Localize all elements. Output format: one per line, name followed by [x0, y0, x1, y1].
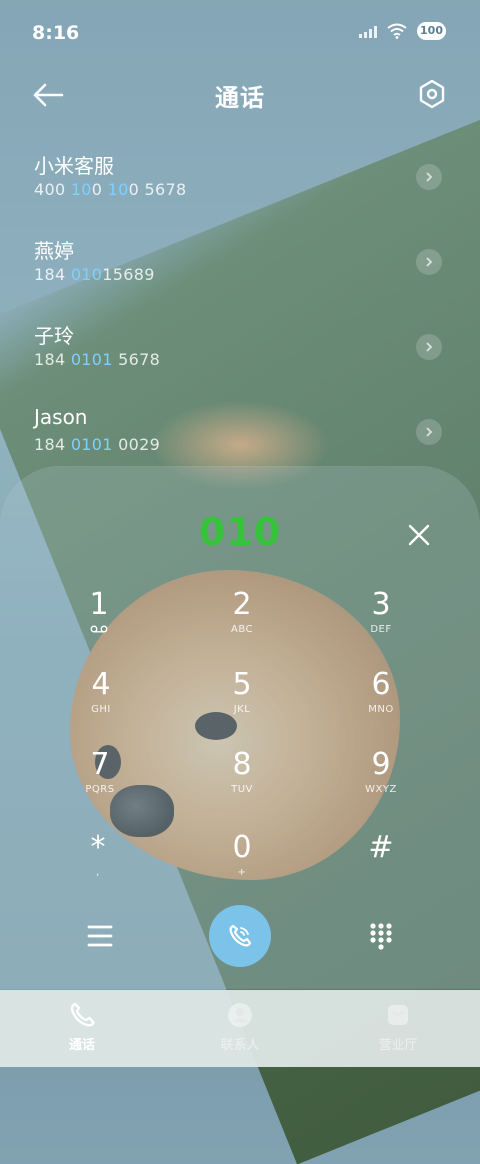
contacts-icon: [228, 1003, 252, 1027]
key-hash[interactable]: #: [331, 831, 431, 901]
contact-name: 子玲: [34, 324, 74, 348]
contact-number: 400 100 100 5678: [34, 180, 187, 199]
status-bar: 8:16 100: [0, 0, 480, 70]
contact-detail-button[interactable]: [416, 419, 442, 445]
contact-item[interactable]: 子玲 184 0101 5678: [0, 310, 480, 395]
contact-item[interactable]: 小米客服 400 100 100 5678: [0, 140, 480, 225]
page-title: 通话: [215, 84, 265, 112]
status-time: 8:16: [32, 22, 80, 44]
key-7[interactable]: 7 PQRS: [50, 748, 150, 818]
dialer-actions: [0, 905, 480, 980]
tab-calls[interactable]: 通话: [32, 1000, 132, 1053]
contact-number: 184 01015689: [34, 265, 155, 284]
status-icons: 100: [359, 22, 446, 40]
key-5[interactable]: 5 JKL: [192, 668, 292, 738]
key-4[interactable]: 4 GHI: [51, 668, 151, 738]
settings-icon[interactable]: [417, 78, 447, 110]
key-3[interactable]: 3 DEF: [331, 588, 431, 658]
signal-icon: [359, 24, 378, 38]
contact-number: 184 0101 5678: [34, 350, 161, 369]
phone-icon: [70, 1002, 95, 1027]
chevron-right-icon: [426, 342, 433, 352]
top-bar: 通话: [0, 72, 480, 118]
clear-input-icon[interactable]: [404, 520, 434, 550]
key-2[interactable]: 2 ABC: [192, 588, 292, 658]
contact-detail-button[interactable]: [416, 164, 442, 190]
menu-icon[interactable]: [86, 923, 114, 949]
chevron-right-icon: [426, 257, 433, 267]
dialpad-toggle-icon[interactable]: [368, 921, 394, 951]
contact-number: 184 0101 0029: [34, 435, 161, 454]
key-6[interactable]: 6 MNO: [331, 668, 431, 738]
key-8[interactable]: 8 TUV: [192, 748, 292, 818]
key-star[interactable]: * ,: [48, 831, 148, 901]
contact-detail-button[interactable]: [416, 249, 442, 275]
bottom-tab-bar: 通话 联系人 营业厅: [0, 990, 480, 1067]
tab-service-hall[interactable]: 营业厅: [348, 1000, 448, 1053]
store-icon: [388, 1005, 408, 1025]
battery-icon: 100: [417, 22, 446, 40]
phone-call-icon: [229, 924, 252, 947]
contact-name: 燕婷: [34, 239, 74, 263]
contact-name: Jason: [34, 405, 88, 429]
tab-contacts[interactable]: 联系人: [190, 1000, 290, 1053]
wifi-icon: [387, 23, 407, 39]
key-0[interactable]: 0 +: [192, 831, 292, 901]
voicemail-icon: [90, 625, 108, 633]
key-9[interactable]: 9 WXYZ: [331, 748, 431, 818]
contact-suggestion-list: 小米客服 400 100 100 5678 燕婷 184 01015689 子玲…: [0, 140, 480, 480]
contact-detail-button[interactable]: [416, 334, 442, 360]
chevron-right-icon: [426, 172, 433, 182]
call-button[interactable]: [209, 905, 271, 967]
chevron-right-icon: [426, 427, 433, 437]
contact-item[interactable]: 燕婷 184 01015689: [0, 225, 480, 310]
key-1[interactable]: 1: [49, 588, 149, 658]
contact-name: 小米客服: [34, 154, 114, 178]
